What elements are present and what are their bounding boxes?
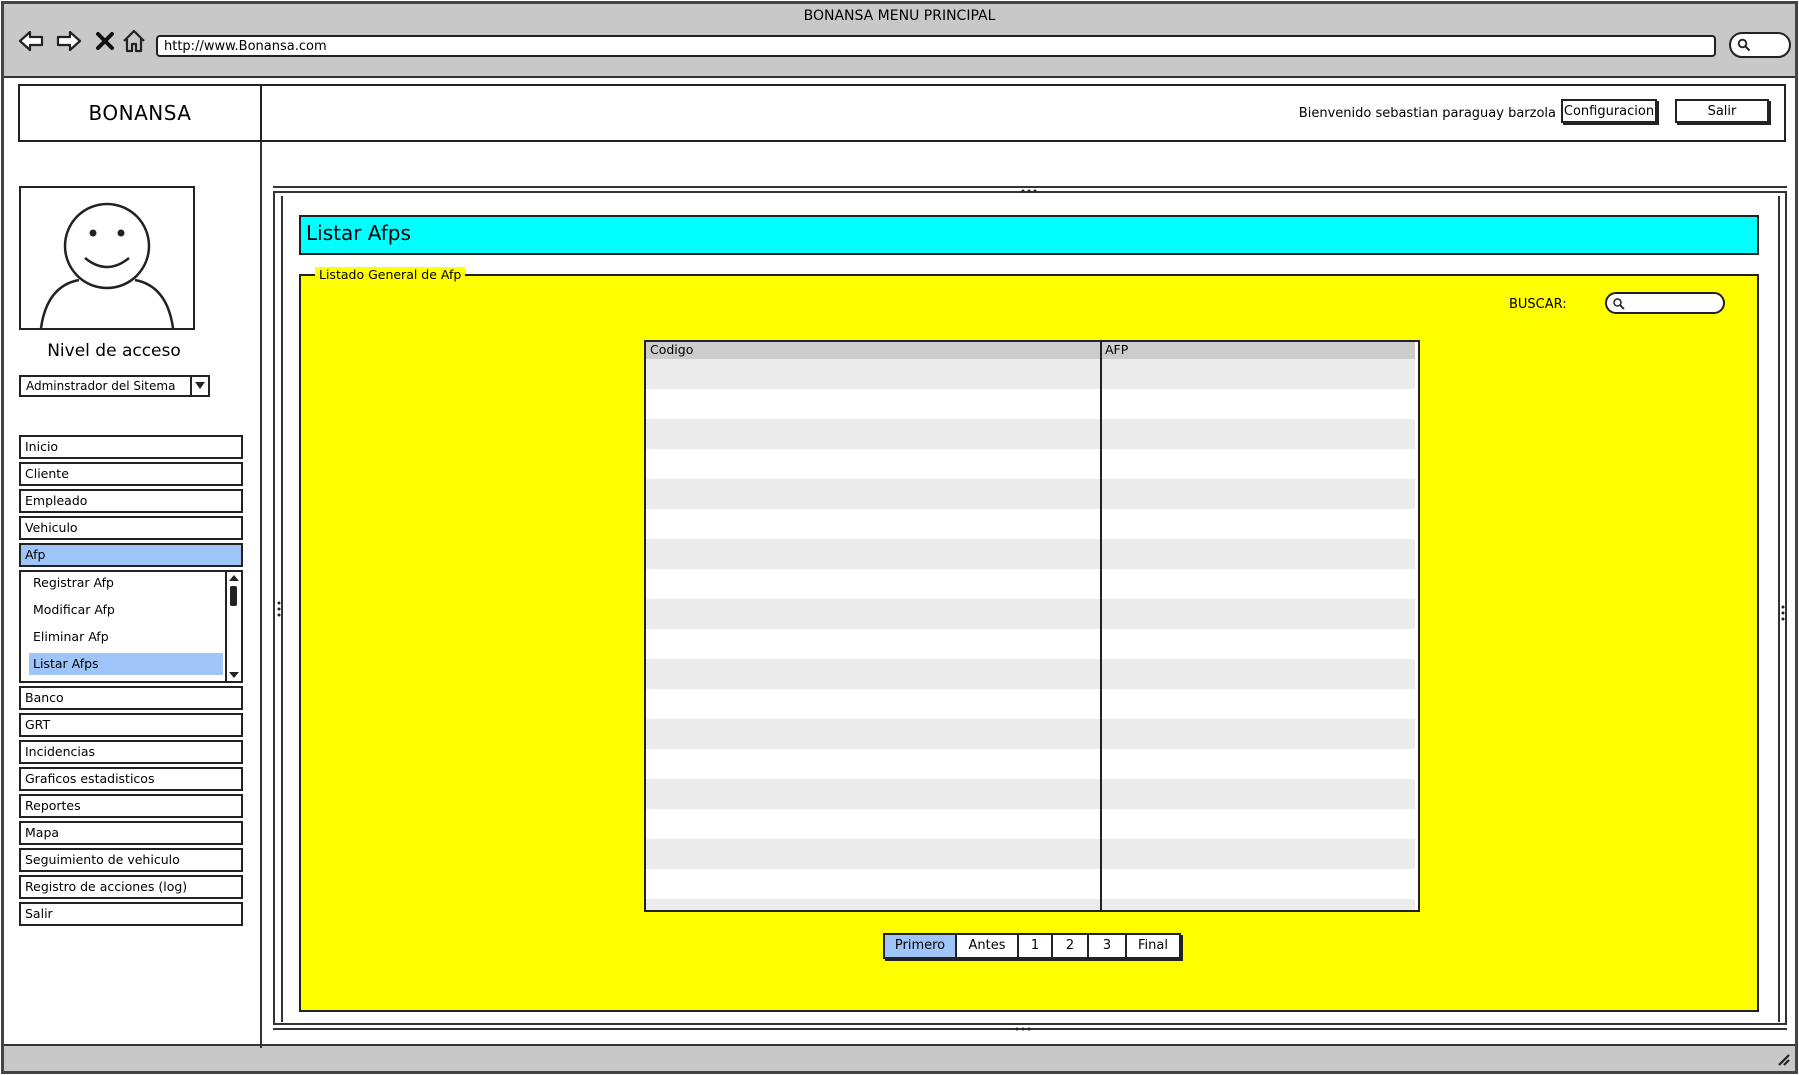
table-row[interactable] <box>646 749 1418 779</box>
scroll-up-icon <box>229 575 239 581</box>
frame-resize-left-icon[interactable] <box>277 601 281 617</box>
submenu-item-registrar-afp[interactable]: Registrar Afp <box>29 572 223 594</box>
page-viewport: BONANSA Bienvenido sebastian paraguay ba… <box>4 76 1795 1048</box>
sidebar-item-inicio[interactable]: Inicio <box>19 435 243 459</box>
table-row[interactable] <box>646 599 1418 629</box>
page-2-button[interactable]: 2 <box>1053 935 1089 957</box>
afp-table: Codigo AFP <box>644 340 1420 912</box>
submenu-scrollbar[interactable] <box>225 572 241 681</box>
frame-resize-right-icon[interactable] <box>1781 605 1785 621</box>
browser-search-input[interactable] <box>1729 32 1791 58</box>
table-header: Codigo AFP <box>646 342 1418 359</box>
table-row[interactable] <box>646 509 1418 539</box>
close-icon[interactable] <box>90 26 120 56</box>
app-header: BONANSA Bienvenido sebastian paraguay ba… <box>18 84 1786 142</box>
sidebar-item-afp[interactable]: Afp <box>19 543 243 567</box>
table-body <box>646 359 1418 910</box>
page-1-button[interactable]: 1 <box>1019 935 1053 957</box>
table-row[interactable] <box>646 779 1418 809</box>
brand-logo: BONANSA <box>20 86 262 140</box>
sidebar-item-cliente[interactable]: Cliente <box>19 462 243 486</box>
frame-resize-top-icon[interactable] <box>1021 189 1037 193</box>
resize-grip-icon[interactable] <box>1775 1051 1791 1067</box>
search-icon <box>1613 298 1625 310</box>
sidebar-item-seguimiento[interactable]: Seguimiento de vehiculo <box>19 848 243 872</box>
table-row[interactable] <box>646 569 1418 599</box>
table-row[interactable] <box>646 809 1418 839</box>
welcome-message: Bienvenido sebastian paraguay barzola <box>1298 106 1556 121</box>
sidebar-item-registro-log[interactable]: Registro de acciones (log) <box>19 875 243 899</box>
access-level-label: Nivel de acceso <box>47 341 181 361</box>
url-bar[interactable]: http://www.Bonansa.com <box>156 35 1716 57</box>
browser-window: BONANSA MENU PRINCIPAL http://www.Bonans… <box>1 1 1798 1074</box>
home-icon[interactable] <box>119 26 149 56</box>
chevron-down-icon[interactable] <box>190 377 208 395</box>
afp-submenu: Registrar Afp Modificar Afp Eliminar Afp… <box>19 570 243 683</box>
table-row[interactable] <box>646 449 1418 479</box>
window-title: BONANSA MENU PRINCIPAL <box>803 8 996 24</box>
table-row[interactable] <box>646 689 1418 719</box>
sidebar-item-graficos[interactable]: Graficos estadisticos <box>19 767 243 791</box>
column-header-afp[interactable]: AFP <box>1101 342 1418 359</box>
sidebar-item-banco[interactable]: Banco <box>19 686 243 710</box>
back-arrow-icon[interactable] <box>16 26 46 56</box>
table-row[interactable] <box>646 659 1418 689</box>
sidebar-item-mapa[interactable]: Mapa <box>19 821 243 845</box>
forward-arrow-icon[interactable] <box>54 26 84 56</box>
column-divider <box>1100 342 1102 910</box>
table-edge <box>1415 342 1418 910</box>
configuracion-button[interactable]: Configuracion <box>1561 99 1657 123</box>
scroll-down-icon <box>229 672 239 678</box>
table-row[interactable] <box>646 539 1418 569</box>
sidebar-menu: Inicio Cliente Empleado Vehiculo Afp Reg… <box>19 435 244 929</box>
page-title: Listar Afps <box>299 215 1759 255</box>
page-first-button[interactable]: Primero <box>885 935 957 957</box>
column-header-codigo[interactable]: Codigo <box>646 342 1101 359</box>
submenu-item-eliminar-afp[interactable]: Eliminar Afp <box>29 626 223 648</box>
page-3-button[interactable]: 3 <box>1089 935 1127 957</box>
table-row[interactable] <box>646 419 1418 449</box>
submenu-item-modificar-afp[interactable]: Modificar Afp <box>29 599 223 621</box>
table-row[interactable] <box>646 359 1418 389</box>
access-level-select[interactable]: Adminstrador del Sitema <box>19 375 210 397</box>
page-prev-button[interactable]: Antes <box>957 935 1019 957</box>
sidebar-item-incidencias[interactable]: Incidencias <box>19 740 243 764</box>
search-label: BUSCAR: <box>1509 297 1567 312</box>
pagination: Primero Antes 1 2 3 Final <box>883 933 1181 959</box>
frame-resize-bottom-icon[interactable] <box>1015 1027 1031 1031</box>
logout-button[interactable]: Salir <box>1675 99 1769 123</box>
sidebar-item-vehiculo[interactable]: Vehiculo <box>19 516 243 540</box>
sidebar-item-reportes[interactable]: Reportes <box>19 794 243 818</box>
afp-listing-panel: Listado General de Afp BUSCAR: Codigo AF… <box>299 267 1759 1012</box>
table-row[interactable] <box>646 629 1418 659</box>
search-icon <box>1737 38 1751 52</box>
table-row[interactable] <box>646 899 1418 910</box>
scroll-thumb[interactable] <box>230 586 237 606</box>
panel-legend: Listado General de Afp <box>315 267 466 283</box>
sidebar-divider <box>260 142 262 1048</box>
user-avatar-icon <box>39 202 175 328</box>
submenu-item-listar-afps[interactable]: Listar Afps <box>29 653 223 675</box>
sidebar-item-salir[interactable]: Salir <box>19 902 243 926</box>
table-row[interactable] <box>646 839 1418 869</box>
table-row[interactable] <box>646 719 1418 749</box>
search-input[interactable] <box>1605 292 1725 314</box>
table-row[interactable] <box>646 869 1418 899</box>
access-level-value: Adminstrador del Sitema <box>26 379 176 393</box>
table-row[interactable] <box>646 389 1418 419</box>
sidebar-item-grt[interactable]: GRT <box>19 713 243 737</box>
page-last-button[interactable]: Final <box>1127 935 1179 957</box>
avatar <box>19 186 195 330</box>
sidebar-item-empleado[interactable]: Empleado <box>19 489 243 513</box>
table-row[interactable] <box>646 479 1418 509</box>
